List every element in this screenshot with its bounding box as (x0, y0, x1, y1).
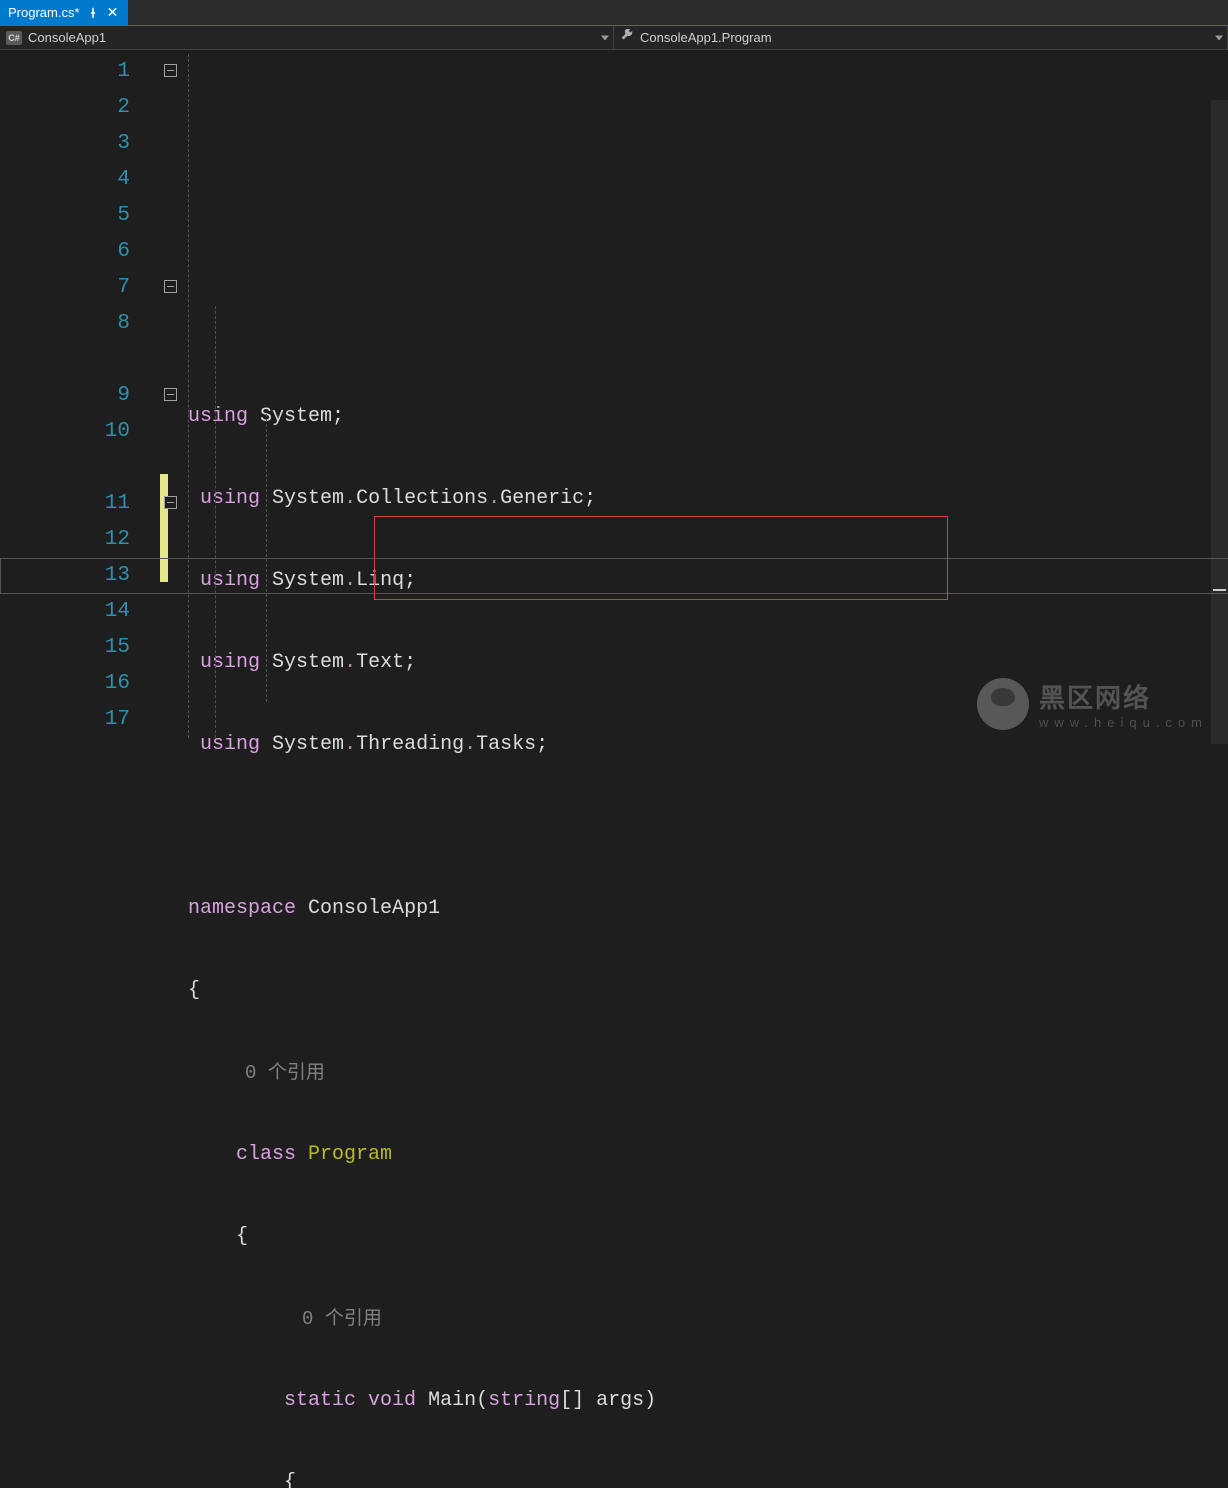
codelens[interactable]: 0 个引用 (188, 1055, 1228, 1091)
tab-title: Program.cs* (8, 5, 80, 20)
fold-toggle[interactable] (164, 280, 177, 293)
fold-toggle[interactable] (164, 388, 177, 401)
chevron-down-icon (1215, 35, 1223, 40)
code-line: using System.Linq; (188, 563, 1228, 599)
code-editor[interactable]: 1 2 3 4 5 6 7 8 9 10 11 12 13 14 15 16 1… (0, 50, 1228, 744)
indent-guide (266, 414, 267, 702)
code-line: { (188, 1219, 1228, 1255)
line-number: 1 (0, 54, 160, 90)
nav-project-label: ConsoleApp1 (28, 30, 106, 45)
class-icon (620, 29, 634, 46)
close-icon[interactable]: ✕ (106, 6, 120, 20)
fold-gutter (160, 50, 188, 744)
code-body[interactable]: using System; using System.Collections.G… (188, 50, 1228, 744)
indent-guide (215, 306, 216, 738)
line-number-gutter: 1 2 3 4 5 6 7 8 9 10 11 12 13 14 15 16 1… (0, 50, 160, 744)
fold-toggle[interactable] (164, 496, 177, 509)
pin-icon[interactable] (86, 6, 100, 20)
code-line: { (188, 1465, 1228, 1488)
code-line: { (188, 973, 1228, 1009)
code-line: class Program (188, 1137, 1228, 1173)
nav-project-dropdown[interactable]: C# ConsoleApp1 (0, 26, 614, 49)
code-line: using System; (188, 399, 1228, 435)
csharp-icon: C# (6, 31, 22, 45)
chevron-down-icon (601, 35, 609, 40)
fold-toggle[interactable] (164, 64, 177, 77)
codelens[interactable]: 0 个引用 (188, 1301, 1228, 1337)
code-line: namespace ConsoleApp1 (188, 891, 1228, 927)
nav-member-dropdown[interactable]: ConsoleApp1.Program (614, 26, 1228, 49)
code-line: using System.Threading.Tasks; (188, 727, 1228, 763)
code-line: static void Main(string[] args) (188, 1383, 1228, 1419)
tab-bar: Program.cs* ✕ (0, 0, 1228, 26)
code-line: using System.Collections.Generic; (188, 481, 1228, 517)
indent-guide (188, 54, 189, 738)
code-line (188, 809, 1228, 845)
nav-bar: C# ConsoleApp1 ConsoleApp1.Program (0, 26, 1228, 50)
code-line: using System.Text; (188, 645, 1228, 681)
file-tab[interactable]: Program.cs* ✕ (0, 0, 128, 25)
nav-member-label: ConsoleApp1.Program (640, 30, 772, 45)
